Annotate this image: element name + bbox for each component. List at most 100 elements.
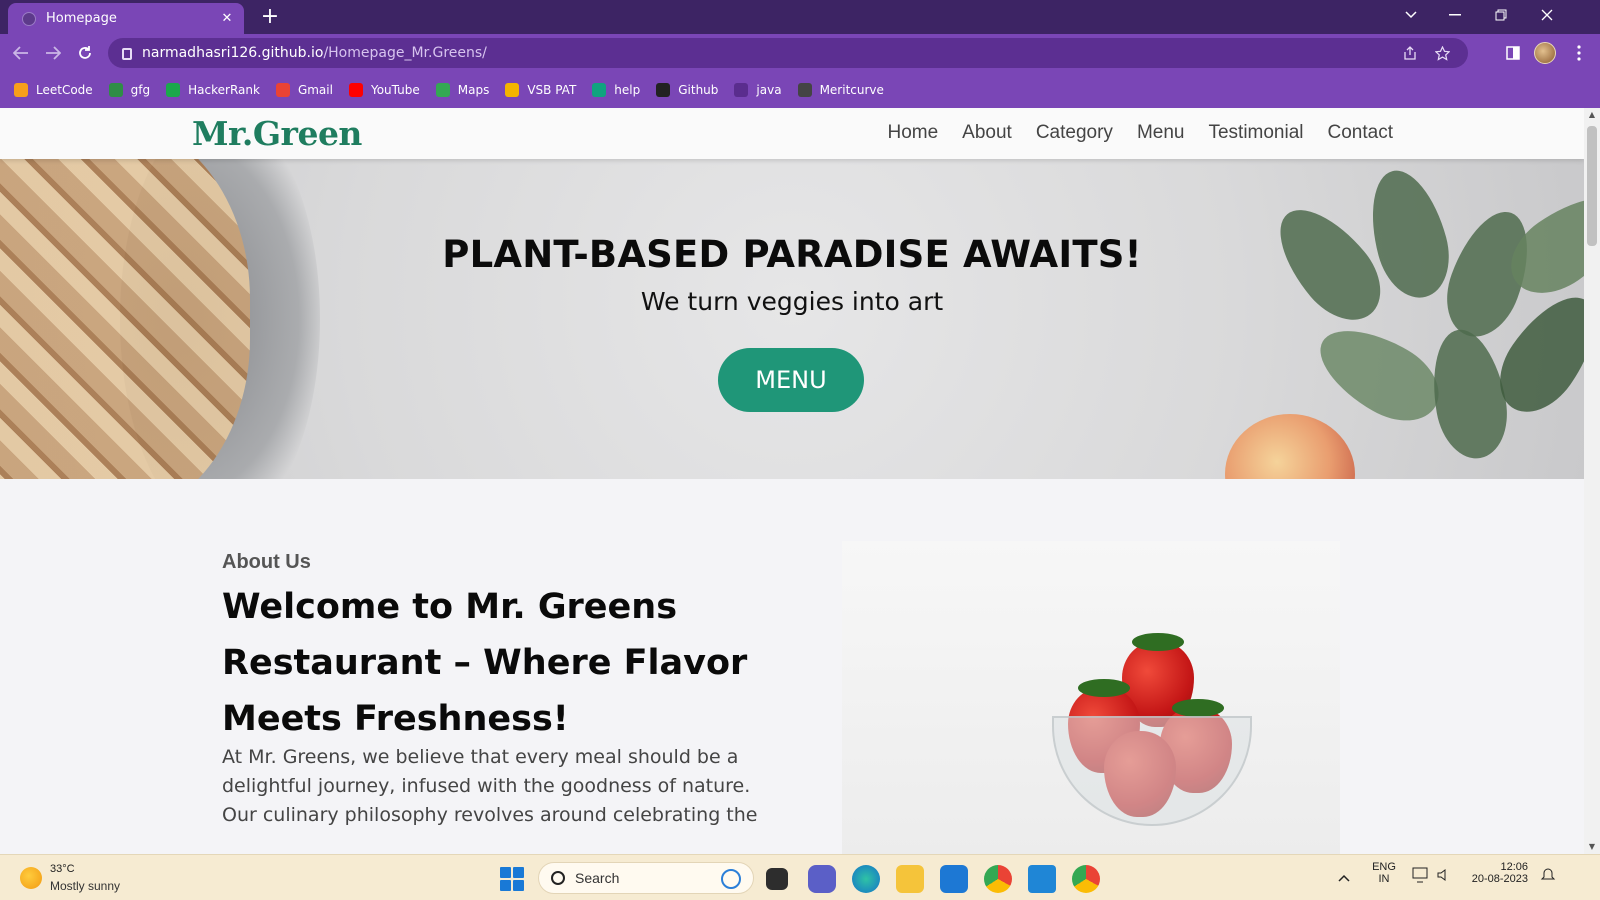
bookmark-youtube[interactable]: YouTube	[348, 83, 420, 97]
new-tab-button[interactable]: +	[258, 4, 282, 30]
bookmark-label: Gmail	[297, 83, 333, 97]
nav-menu[interactable]: Menu	[1137, 122, 1185, 144]
reload-icon[interactable]	[72, 40, 98, 66]
youtube-icon	[348, 83, 363, 97]
notification-icon[interactable]	[1540, 867, 1556, 888]
bookmark-label: Meritcurve	[819, 83, 884, 97]
clock-date: 20-08-2023	[1471, 873, 1528, 885]
weather-temperature[interactable]: 33°C	[50, 863, 75, 875]
window-close-icon[interactable]	[1524, 0, 1570, 30]
gfg-icon	[108, 83, 123, 97]
bookmark-java[interactable]: java	[734, 83, 782, 97]
restore-icon[interactable]	[1478, 0, 1524, 30]
active-tab[interactable]: Homepage ✕	[8, 3, 244, 34]
network-icon[interactable]	[1412, 867, 1430, 888]
github-icon	[656, 83, 671, 97]
leetcode-icon	[14, 83, 28, 97]
bookmark-github[interactable]: Github	[656, 83, 718, 97]
page-viewport: Mr.Green Home About Category Menu Testim…	[0, 108, 1584, 854]
chatgpt-icon	[592, 83, 607, 97]
more-menu-icon[interactable]	[1566, 40, 1592, 66]
bookmark-help[interactable]: help	[592, 83, 640, 97]
maps-icon	[435, 83, 450, 97]
system-clock[interactable]: 12:06 20-08-2023	[1466, 861, 1528, 885]
hero-pie-image	[0, 159, 250, 479]
bookmark-gmail[interactable]: Gmail	[275, 83, 333, 97]
site-logo[interactable]: Mr.Green	[192, 114, 362, 153]
hero-menu-button[interactable]: MENU	[718, 348, 864, 412]
vsb-icon	[505, 83, 520, 97]
lock-icon[interactable]	[122, 48, 132, 60]
url-host: narmadhasri126.github.io	[142, 45, 324, 61]
scroll-up-icon[interactable]: ▲	[1584, 108, 1600, 122]
nav-category[interactable]: Category	[1036, 122, 1113, 144]
tab-strip: Homepage ✕ +	[0, 0, 1600, 34]
site-nav-links: Home About Category Menu Testimonial Con…	[863, 122, 1393, 144]
chrome-active-icon[interactable]	[984, 865, 1012, 893]
url-path: /Homepage_Mr.Greens/	[323, 45, 487, 61]
profile-avatar[interactable]	[1534, 42, 1556, 64]
file-explorer-icon[interactable]	[896, 865, 924, 893]
page-favicon-icon	[22, 11, 36, 26]
search-icon	[551, 871, 565, 885]
share-icon[interactable]	[1398, 38, 1422, 68]
tab-search-icon[interactable]	[1388, 0, 1434, 30]
taskbar-search-placeholder: Search	[575, 870, 620, 886]
bookmarks-bar: LeetCode gfg HackerRank Gmail YouTube Maps VSB…	[0, 72, 1600, 108]
windows-taskbar: 33°C Mostly sunny Search ENG IN 12:06 20…	[0, 854, 1600, 900]
task-view-icon[interactable]	[766, 868, 788, 890]
bookmark-label: VSB PAT	[527, 83, 577, 97]
forward-icon[interactable]	[40, 40, 66, 66]
bookmark-label: Github	[678, 83, 719, 97]
nav-contact[interactable]: Contact	[1328, 122, 1393, 144]
bookmark-gfg[interactable]: gfg	[108, 83, 151, 97]
back-icon[interactable]	[8, 40, 34, 66]
language-indicator[interactable]: ENG IN	[1370, 861, 1398, 885]
taskbar-search-box[interactable]: Search	[538, 862, 754, 894]
gmail-icon	[275, 83, 290, 97]
hero-title: PLANT-BASED PARADISE AWAITS!	[442, 233, 1142, 276]
tab-close-icon[interactable]: ✕	[218, 9, 236, 27]
side-panel-icon[interactable]	[1500, 40, 1526, 66]
bookmark-vsb-pat[interactable]: VSB PAT	[505, 83, 576, 97]
bing-icon[interactable]	[721, 869, 741, 889]
browser-toolbar: narmadhasri126.github.io/Homepage_Mr.Gre…	[0, 34, 1600, 72]
windows-start-icon[interactable]	[500, 867, 524, 891]
strawberry-bowl-image	[842, 541, 1340, 854]
clock-time: 12:06	[1500, 861, 1528, 873]
bookmark-meritcurve[interactable]: Meritcurve	[797, 83, 884, 97]
java-icon	[734, 83, 749, 97]
scroll-down-icon[interactable]: ▼	[1584, 840, 1600, 854]
nav-about[interactable]: About	[962, 122, 1012, 144]
weather-sun-icon[interactable]	[20, 867, 42, 889]
hackerrank-icon	[166, 83, 181, 97]
about-body-text: At Mr. Greens, we believe that every mea…	[222, 746, 758, 826]
globe-icon	[797, 83, 812, 97]
bookmark-label: Maps	[457, 83, 490, 97]
volume-icon[interactable]	[1436, 867, 1452, 888]
minimize-icon[interactable]	[1432, 0, 1478, 30]
about-heading: Welcome to Mr. Greens Restaurant – Where…	[222, 587, 748, 739]
page-scrollbar[interactable]: ▲ ▼	[1584, 108, 1600, 854]
region-code: IN	[1378, 873, 1390, 885]
bookmark-label: help	[614, 83, 641, 97]
weather-description[interactable]: Mostly sunny	[50, 879, 120, 893]
bookmark-star-icon[interactable]	[1430, 38, 1454, 68]
nav-testimonial[interactable]: Testimonial	[1208, 122, 1303, 144]
bookmark-maps[interactable]: Maps	[435, 83, 490, 97]
mail-icon[interactable]	[940, 865, 968, 893]
nav-home[interactable]: Home	[887, 122, 938, 144]
vscode-icon[interactable]	[1028, 865, 1056, 893]
tray-overflow-icon[interactable]	[1338, 869, 1350, 885]
bookmark-label: HackerRank	[188, 83, 260, 97]
teams-chat-icon[interactable]	[808, 865, 836, 893]
tab-title: Homepage	[46, 11, 117, 26]
bookmark-label: gfg	[130, 83, 151, 97]
bookmark-leetcode[interactable]: LeetCode	[14, 83, 93, 97]
bookmark-label: java	[756, 83, 782, 97]
bookmark-hackerrank[interactable]: HackerRank	[166, 83, 260, 97]
address-bar[interactable]: narmadhasri126.github.io/Homepage_Mr.Gre…	[108, 38, 1468, 68]
edge-icon[interactable]	[852, 865, 880, 893]
scroll-thumb[interactable]	[1587, 126, 1597, 246]
chrome-icon[interactable]	[1072, 865, 1100, 893]
